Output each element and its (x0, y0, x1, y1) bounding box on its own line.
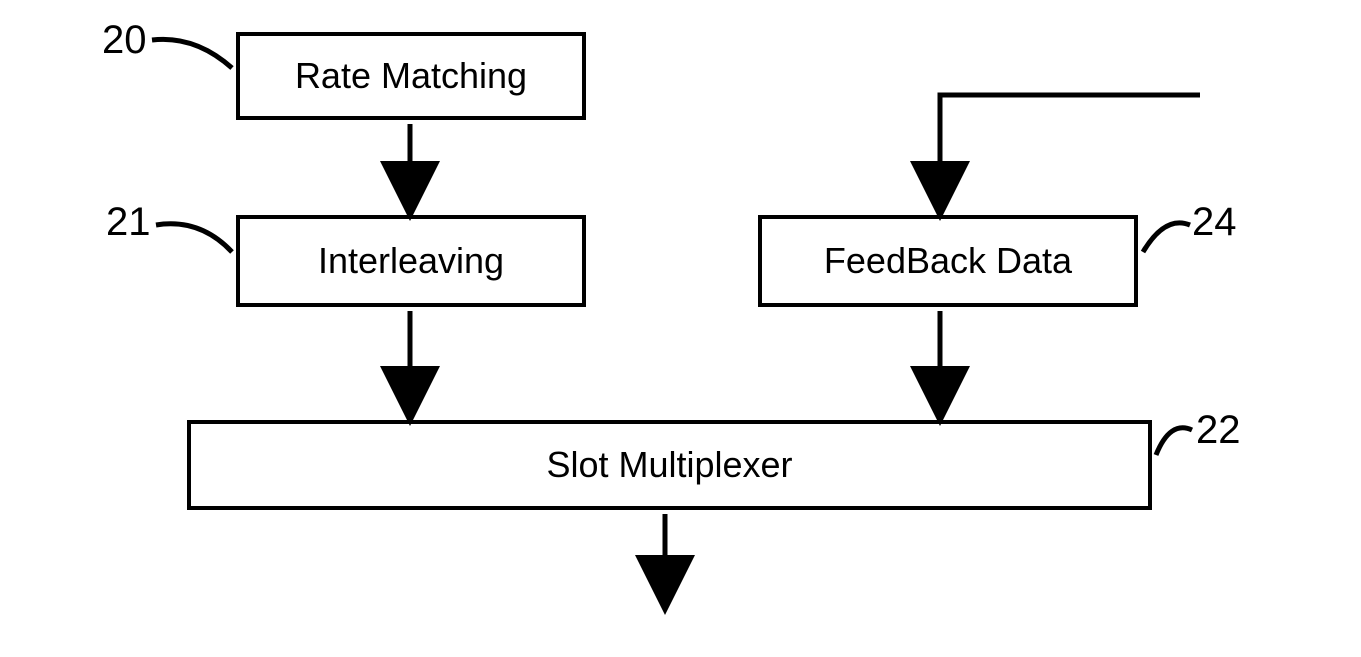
callout-24 (1143, 223, 1190, 252)
connectors-svg (0, 0, 1361, 657)
callout-20 (152, 39, 232, 68)
arrow-input-to-feedback (940, 95, 1200, 211)
block-diagram: 20 21 24 22 Rate Matching Interleaving F… (0, 0, 1361, 657)
callout-22 (1156, 428, 1192, 455)
callout-21 (156, 224, 232, 252)
